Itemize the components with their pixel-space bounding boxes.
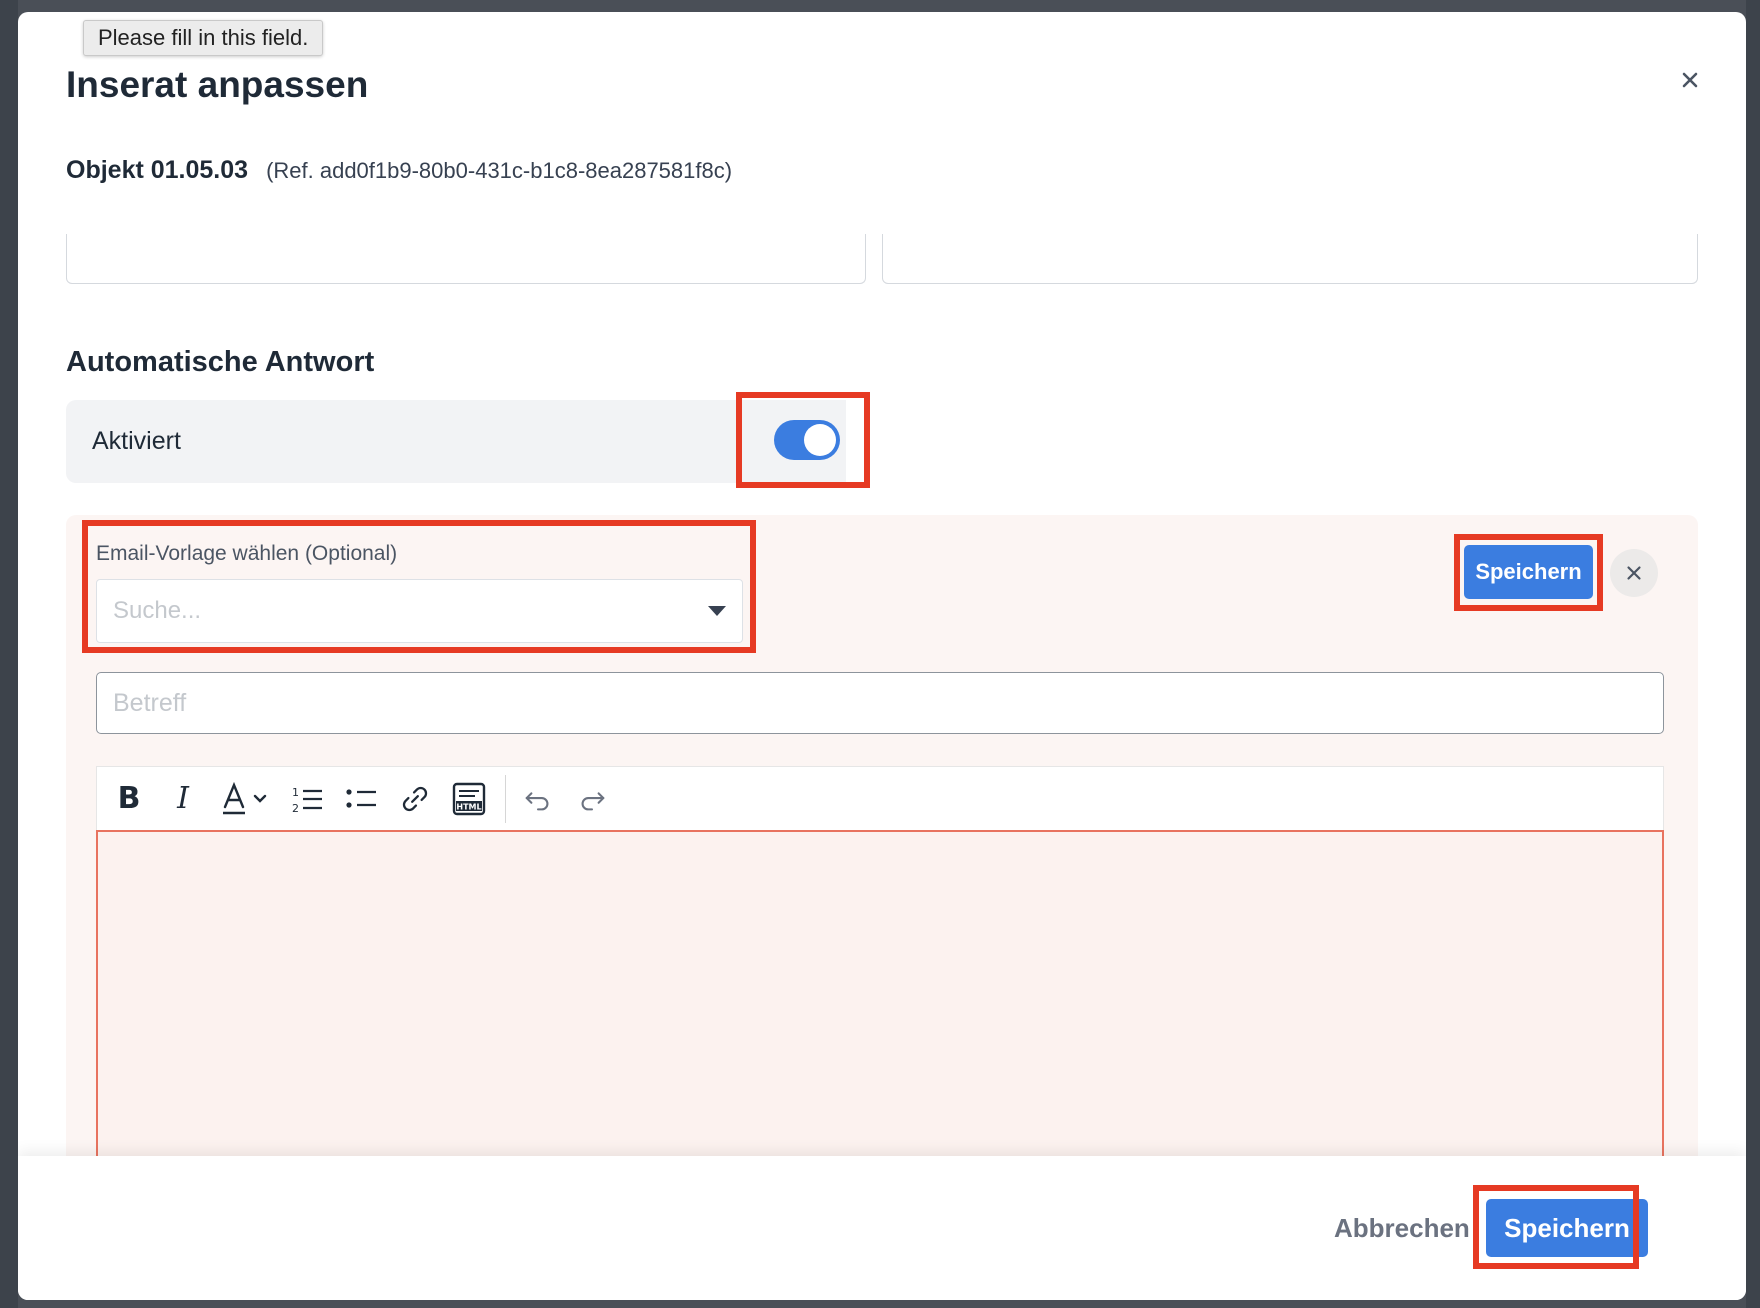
cancel-button[interactable]: Abbrechen — [1324, 1203, 1480, 1253]
link-button[interactable] — [393, 777, 437, 821]
form-field-right[interactable] — [882, 234, 1698, 284]
link-icon — [402, 786, 428, 811]
subject-input[interactable] — [96, 672, 1664, 734]
italic-button[interactable]: I — [161, 777, 205, 821]
object-name: Objekt 01.05.03 — [66, 156, 249, 184]
html-button[interactable]: HTML — [447, 777, 491, 821]
validation-tooltip: Please fill in this field. — [83, 20, 324, 56]
object-info: Objekt 01.05.03 (Ref. add0f1b9-80b0-431c… — [66, 156, 732, 185]
save-button[interactable]: Speichern — [1486, 1199, 1648, 1257]
font-color-icon — [223, 781, 267, 814]
close-icon — [1627, 566, 1641, 580]
object-reference: (Ref. add0f1b9-80b0-431c-b1c8-8ea287581f… — [266, 158, 733, 183]
editor-toolbar: B I 1 2 HTML — [96, 766, 1664, 830]
svg-text:2: 2 — [292, 802, 299, 815]
section-title-autoresponse: Automatische Antwort — [66, 346, 375, 378]
form-field-left[interactable] — [66, 234, 866, 284]
undo-button[interactable] — [516, 777, 560, 821]
autoresponse-toggle-row: Aktiviert — [66, 400, 846, 483]
close-modal-button[interactable] — [1674, 64, 1706, 96]
save-template-button[interactable]: Speichern — [1464, 545, 1593, 599]
toggle-label: Aktiviert — [92, 427, 181, 455]
undo-icon — [525, 791, 549, 810]
bullet-list-icon — [346, 788, 376, 808]
caret-down-icon — [708, 606, 726, 616]
italic-icon: I — [177, 781, 189, 816]
template-select[interactable] — [96, 579, 743, 643]
bold-button[interactable]: B — [107, 777, 151, 821]
backdrop — [1746, 0, 1760, 1308]
toolbar-separator — [505, 774, 506, 823]
redo-button[interactable] — [570, 777, 614, 821]
template-select-label: Email-Vorlage wählen (Optional) — [96, 542, 398, 565]
ordered-list-icon: 1 2 — [292, 786, 322, 815]
edit-listing-modal: Please fill in this field. Inserat anpas… — [18, 12, 1746, 1300]
template-search-input[interactable] — [113, 597, 673, 625]
font-color-button[interactable] — [215, 777, 275, 821]
backdrop — [0, 0, 18, 1308]
redo-icon — [581, 791, 605, 810]
modal-title: Inserat anpassen — [66, 64, 369, 105]
html-icon: HTML — [452, 782, 486, 815]
autoresponse-toggle[interactable] — [774, 420, 840, 460]
toggle-knob — [804, 424, 836, 456]
bullet-list-button[interactable] — [339, 777, 383, 821]
close-template-button[interactable] — [1610, 549, 1658, 597]
close-icon — [1682, 72, 1698, 88]
svg-text:1: 1 — [292, 786, 299, 799]
bold-icon: B — [117, 781, 141, 816]
svg-text:HTML: HTML — [456, 802, 481, 811]
ordered-list-button[interactable]: 1 2 — [285, 777, 329, 821]
